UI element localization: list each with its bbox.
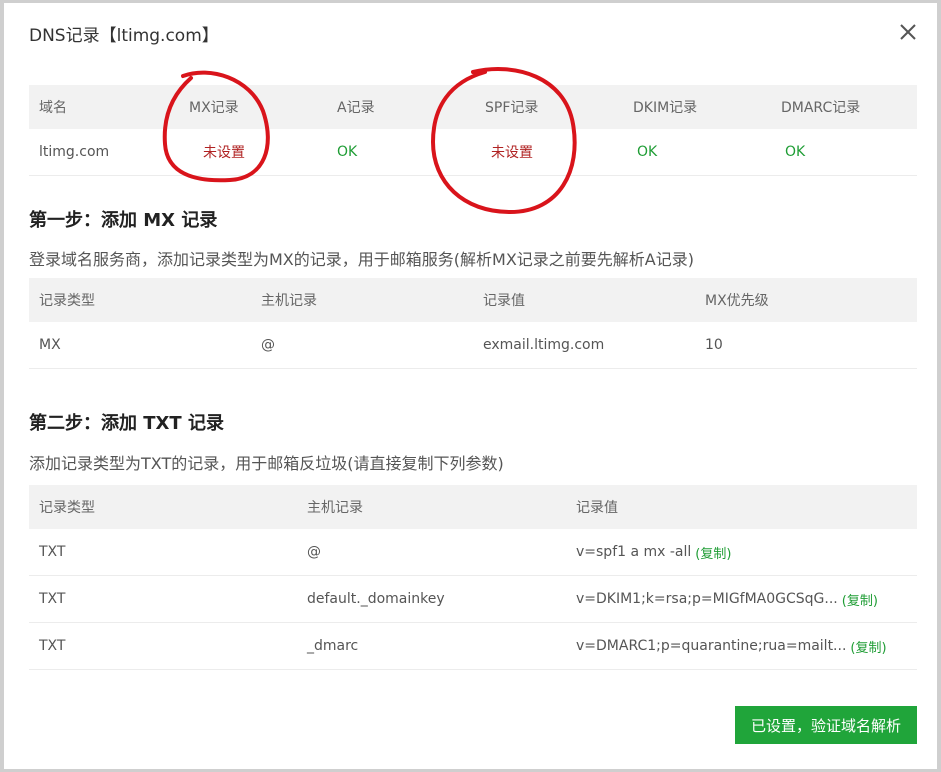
dialog-title: DNS记录【ltimg.com】 (29, 26, 219, 46)
table-header-row: 记录类型 主机记录 记录值 (29, 485, 917, 529)
table-row: ltimg.com 未设置 OK 未设置 OK OK (29, 129, 917, 176)
table-row: TXT _dmarc v=DMARC1;p=quarantine;rua=mai… (29, 622, 917, 670)
close-icon[interactable] (897, 21, 919, 43)
col-dkim: DKIM记录 (633, 100, 698, 116)
txt-record-table: 记录类型 主机记录 记录值 TXT @ v=spf1 a mx -all (复制… (29, 485, 917, 670)
copy-link[interactable]: (复制) (850, 637, 886, 656)
col-host: 主机记录 (307, 500, 363, 516)
table-header-row: 记录类型 主机记录 记录值 MX优先级 (29, 278, 917, 322)
col-host: 主机记录 (261, 293, 317, 309)
host-record: _dmarc (297, 622, 566, 670)
record-value: v=DMARC1;p=quarantine;rua=mailt... (576, 638, 847, 654)
host-record: @ (251, 322, 473, 369)
record-value-cell: v=DMARC1;p=quarantine;rua=mailt... (复制) (566, 622, 917, 670)
mx-status: 未设置 (179, 129, 327, 176)
dkim-status: OK (623, 129, 771, 176)
col-value: 记录值 (483, 293, 525, 309)
table-row: TXT @ v=spf1 a mx -all (复制) (29, 529, 917, 576)
dns-summary-table: 域名 MX记录 A记录 SPF记录 DKIM记录 DMARC记录 ltimg.c… (29, 85, 917, 176)
dns-records-dialog: DNS记录【ltimg.com】 域名 MX记录 A记录 SPF记录 DKIM记… (3, 2, 938, 770)
spf-status: 未设置 (475, 129, 623, 176)
table-row: TXT default._domainkey v=DKIM1;k=rsa;p=M… (29, 575, 917, 623)
host-record: default._domainkey (297, 575, 566, 623)
col-dmarc: DMARC记录 (781, 100, 861, 116)
table-header-row: 域名 MX记录 A记录 SPF记录 DKIM记录 DMARC记录 (29, 85, 917, 129)
col-domain: 域名 (39, 100, 67, 116)
mx-record-table: 记录类型 主机记录 记录值 MX优先级 MX @ exmail.ltimg.co… (29, 278, 917, 369)
record-type: MX (29, 322, 251, 369)
record-value: exmail.ltimg.com (473, 322, 695, 369)
col-mx-priority: MX优先级 (705, 293, 769, 309)
col-record-type: 记录类型 (39, 500, 95, 516)
table-row: MX @ exmail.ltimg.com 10 (29, 322, 917, 369)
step2-title: 第二步：添加 TXT 记录 (29, 413, 224, 434)
col-spf: SPF记录 (485, 100, 539, 116)
copy-link[interactable]: (复制) (695, 543, 731, 562)
mx-priority: 10 (695, 322, 917, 369)
a-status: OK (327, 129, 475, 176)
col-record-type: 记录类型 (39, 293, 95, 309)
copy-link[interactable]: (复制) (842, 590, 878, 609)
dmarc-status: OK (771, 129, 917, 176)
col-a: A记录 (337, 100, 375, 116)
step1-description: 登录域名服务商，添加记录类型为MX的记录，用于邮箱服务(解析MX记录之前要先解析… (29, 250, 694, 269)
step1-title: 第一步：添加 MX 记录 (29, 210, 218, 231)
record-type: TXT (29, 622, 297, 670)
col-value: 记录值 (576, 500, 618, 516)
record-type: TXT (29, 529, 297, 576)
record-value: v=DKIM1;k=rsa;p=MIGfMA0GCSqG... (576, 591, 838, 607)
record-value: v=spf1 a mx -all (576, 544, 692, 560)
record-type: TXT (29, 575, 297, 623)
host-record: @ (297, 529, 566, 576)
record-value-cell: v=spf1 a mx -all (复制) (566, 529, 917, 576)
verify-domain-button[interactable]: 已设置，验证域名解析 (735, 706, 917, 744)
col-mx: MX记录 (189, 100, 239, 116)
domain-value: ltimg.com (29, 129, 179, 176)
record-value-cell: v=DKIM1;k=rsa;p=MIGfMA0GCSqG... (复制) (566, 575, 917, 623)
step2-description: 添加记录类型为TXT的记录，用于邮箱反垃圾(请直接复制下列参数) (29, 454, 504, 473)
dialog-header: DNS记录【ltimg.com】 (4, 3, 937, 63)
